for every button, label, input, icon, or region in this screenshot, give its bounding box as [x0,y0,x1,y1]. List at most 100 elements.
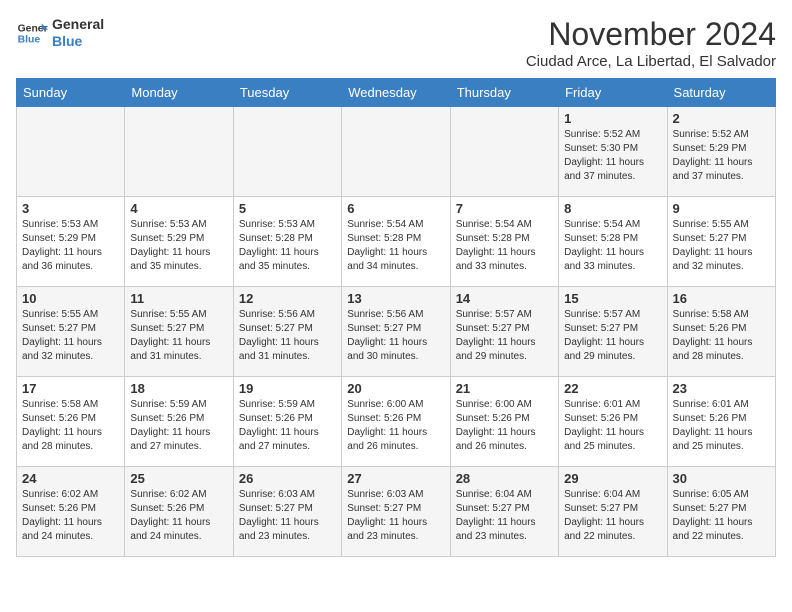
calendar-week-0: 1 Sunrise: 5:52 AM Sunset: 5:30 PM Daylig… [17,107,776,197]
day-number: 24 [22,471,119,486]
weekday-header-monday: Monday [125,79,233,107]
day-info: Sunrise: 5:58 AM Sunset: 5:26 PM Dayligh… [22,398,119,454]
day-info: Sunrise: 6:04 AM Sunset: 5:27 PM Dayligh… [564,488,661,544]
day-info: Sunrise: 6:02 AM Sunset: 5:26 PM Dayligh… [130,488,227,544]
day-info: Sunrise: 5:56 AM Sunset: 5:27 PM Dayligh… [347,308,444,364]
calendar-cell: 11 Sunrise: 5:55 AM Sunset: 5:27 PM Dayli… [125,287,233,377]
calendar-cell: 18 Sunrise: 5:59 AM Sunset: 5:26 PM Dayli… [125,377,233,467]
calendar-cell: 8 Sunrise: 5:54 AM Sunset: 5:28 PM Daylig… [559,197,667,287]
day-info: Sunrise: 5:55 AM Sunset: 5:27 PM Dayligh… [22,308,119,364]
day-info: Sunrise: 5:55 AM Sunset: 5:27 PM Dayligh… [130,308,227,364]
day-number: 30 [673,471,770,486]
day-info: Sunrise: 6:05 AM Sunset: 5:27 PM Dayligh… [673,488,770,544]
day-number: 13 [347,291,444,306]
calendar-cell [233,107,341,197]
svg-text:Blue: Blue [18,34,41,45]
calendar-cell [125,107,233,197]
calendar-cell: 3 Sunrise: 5:53 AM Sunset: 5:29 PM Daylig… [17,197,125,287]
day-info: Sunrise: 6:03 AM Sunset: 5:27 PM Dayligh… [239,488,336,544]
logo-line1: General [52,16,104,33]
calendar-cell: 17 Sunrise: 5:58 AM Sunset: 5:26 PM Dayli… [17,377,125,467]
day-info: Sunrise: 5:58 AM Sunset: 5:26 PM Dayligh… [673,308,770,364]
day-number: 22 [564,381,661,396]
day-info: Sunrise: 5:57 AM Sunset: 5:27 PM Dayligh… [456,308,553,364]
day-number: 28 [456,471,553,486]
day-info: Sunrise: 6:00 AM Sunset: 5:26 PM Dayligh… [456,398,553,454]
day-number: 6 [347,201,444,216]
weekday-header-saturday: Saturday [667,79,775,107]
day-info: Sunrise: 6:00 AM Sunset: 5:26 PM Dayligh… [347,398,444,454]
calendar-cell: 5 Sunrise: 5:53 AM Sunset: 5:28 PM Daylig… [233,197,341,287]
calendar-cell: 6 Sunrise: 5:54 AM Sunset: 5:28 PM Daylig… [342,197,450,287]
calendar-week-2: 10 Sunrise: 5:55 AM Sunset: 5:27 PM Dayli… [17,287,776,377]
day-info: Sunrise: 6:01 AM Sunset: 5:26 PM Dayligh… [673,398,770,454]
day-number: 26 [239,471,336,486]
day-info: Sunrise: 5:59 AM Sunset: 5:26 PM Dayligh… [239,398,336,454]
day-info: Sunrise: 6:04 AM Sunset: 5:27 PM Dayligh… [456,488,553,544]
day-number: 16 [673,291,770,306]
day-info: Sunrise: 5:54 AM Sunset: 5:28 PM Dayligh… [564,218,661,274]
day-info: Sunrise: 6:03 AM Sunset: 5:27 PM Dayligh… [347,488,444,544]
day-info: Sunrise: 6:01 AM Sunset: 5:26 PM Dayligh… [564,398,661,454]
calendar-cell: 7Sunrise: 5:54 AM Sunset: 5:28 PM Daylig… [450,197,558,287]
day-number: 27 [347,471,444,486]
day-number: 3 [22,201,119,216]
day-info: Sunrise: 5:53 AM Sunset: 5:28 PM Dayligh… [239,218,336,274]
calendar-cell: 22 Sunrise: 6:01 AM Sunset: 5:26 PM Dayli… [559,377,667,467]
day-number: 17 [22,381,119,396]
day-number: 1 [564,111,661,126]
calendar-cell: 15 Sunrise: 5:57 AM Sunset: 5:27 PM Dayli… [559,287,667,377]
weekday-header-sunday: Sunday [17,79,125,107]
day-info: Sunrise: 5:54 AM Sunset: 5:28 PM Dayligh… [456,218,553,274]
day-number: 18 [130,381,227,396]
day-number: 9 [673,201,770,216]
logo-icon: General Blue [16,17,48,49]
day-number: 8 [564,201,661,216]
calendar-cell: 12Sunrise: 5:56 AM Sunset: 5:27 PM Dayli… [233,287,341,377]
calendar-cell [342,107,450,197]
calendar-cell: 4Sunrise: 5:53 AM Sunset: 5:29 PM Daylig… [125,197,233,287]
day-info: Sunrise: 5:55 AM Sunset: 5:27 PM Dayligh… [673,218,770,274]
calendar-cell: 14Sunrise: 5:57 AM Sunset: 5:27 PM Dayli… [450,287,558,377]
day-number: 15 [564,291,661,306]
day-number: 25 [130,471,227,486]
day-info: Sunrise: 5:57 AM Sunset: 5:27 PM Dayligh… [564,308,661,364]
day-number: 29 [564,471,661,486]
calendar-cell [17,107,125,197]
calendar-cell: 30 Sunrise: 6:05 AM Sunset: 5:27 PM Dayli… [667,467,775,557]
day-info: Sunrise: 5:54 AM Sunset: 5:28 PM Dayligh… [347,218,444,274]
day-info: Sunrise: 5:53 AM Sunset: 5:29 PM Dayligh… [130,218,227,274]
day-info: Sunrise: 6:02 AM Sunset: 5:26 PM Dayligh… [22,488,119,544]
location-title: Ciudad Arce, La Libertad, El Salvador [526,53,776,70]
calendar-cell: 26 Sunrise: 6:03 AM Sunset: 5:27 PM Dayli… [233,467,341,557]
calendar-week-1: 3 Sunrise: 5:53 AM Sunset: 5:29 PM Daylig… [17,197,776,287]
day-number: 5 [239,201,336,216]
day-number: 10 [22,291,119,306]
calendar-cell: 28 Sunrise: 6:04 AM Sunset: 5:27 PM Dayli… [450,467,558,557]
title-block: November 2024 Ciudad Arce, La Libertad, … [526,16,776,70]
calendar-cell: 13 Sunrise: 5:56 AM Sunset: 5:27 PM Dayli… [342,287,450,377]
day-number: 19 [239,381,336,396]
day-info: Sunrise: 5:53 AM Sunset: 5:29 PM Dayligh… [22,218,119,274]
calendar-cell [450,107,558,197]
logo: General Blue General Blue [16,16,104,50]
day-number: 12 [239,291,336,306]
day-number: 2 [673,111,770,126]
calendar-cell: 19 Sunrise: 5:59 AM Sunset: 5:26 PM Dayli… [233,377,341,467]
calendar-cell: 10 Sunrise: 5:55 AM Sunset: 5:27 PM Dayli… [17,287,125,377]
day-info: Sunrise: 5:52 AM Sunset: 5:30 PM Dayligh… [564,128,661,184]
calendar-cell: 20Sunrise: 6:00 AM Sunset: 5:26 PM Dayli… [342,377,450,467]
logo-line2: Blue [52,33,104,50]
weekday-header-wednesday: Wednesday [342,79,450,107]
calendar-cell: 27 Sunrise: 6:03 AM Sunset: 5:27 PM Dayli… [342,467,450,557]
calendar-cell: 1 Sunrise: 5:52 AM Sunset: 5:30 PM Daylig… [559,107,667,197]
calendar-cell: 24 Sunrise: 6:02 AM Sunset: 5:26 PM Dayli… [17,467,125,557]
calendar-week-3: 17 Sunrise: 5:58 AM Sunset: 5:26 PM Dayli… [17,377,776,467]
calendar-cell: 29 Sunrise: 6:04 AM Sunset: 5:27 PM Dayli… [559,467,667,557]
calendar-cell: 9 Sunrise: 5:55 AM Sunset: 5:27 PM Daylig… [667,197,775,287]
day-info: Sunrise: 5:59 AM Sunset: 5:26 PM Dayligh… [130,398,227,454]
weekday-header-row: SundayMondayTuesdayWednesdayThursdayFrid… [17,79,776,107]
weekday-header-friday: Friday [559,79,667,107]
day-number: 11 [130,291,227,306]
page-header: General Blue General Blue November 2024 … [16,16,776,70]
